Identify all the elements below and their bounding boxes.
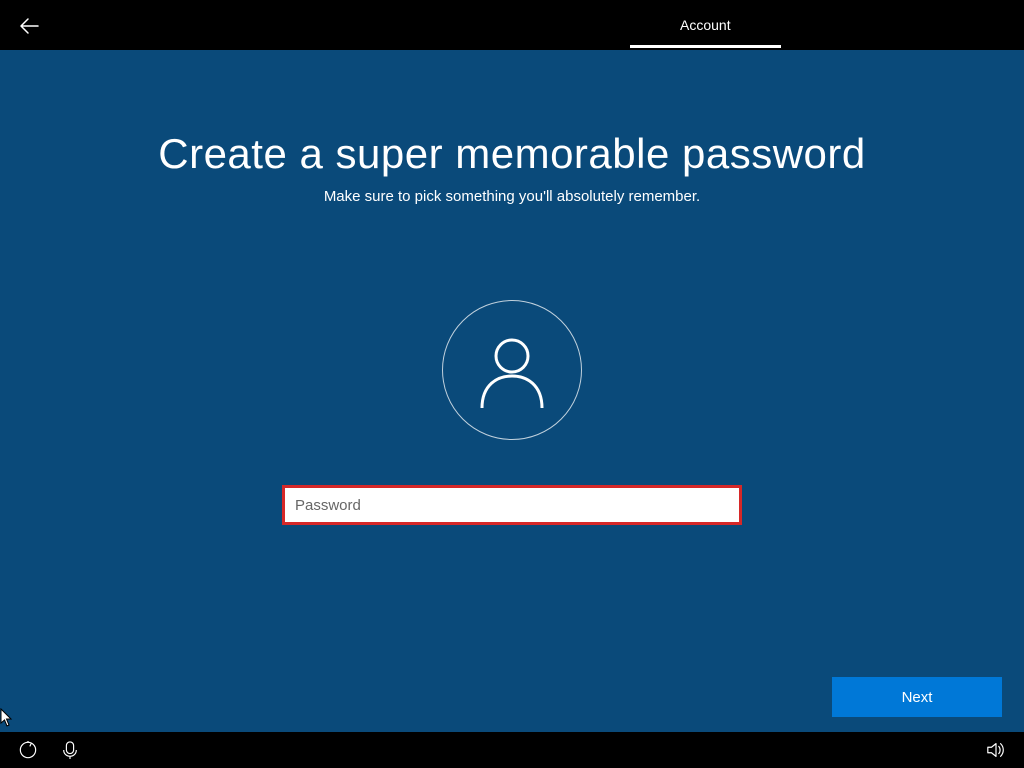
main-content: Create a super memorable password Make s… — [0, 50, 1024, 732]
bottom-bar — [0, 732, 1024, 768]
ease-of-access-button[interactable] — [18, 740, 38, 760]
volume-button[interactable] — [986, 740, 1006, 760]
page-title: Create a super memorable password — [0, 130, 1024, 178]
tab-account[interactable]: Account — [630, 0, 781, 50]
password-field-highlight — [282, 485, 742, 525]
next-button[interactable]: Next — [832, 677, 1002, 717]
ease-of-access-icon — [19, 741, 37, 759]
avatar-placeholder — [442, 300, 582, 440]
input-method-icon — [61, 741, 79, 759]
bottom-bar-left — [18, 740, 80, 760]
back-button[interactable] — [18, 14, 42, 38]
top-bar: Account — [0, 0, 1024, 50]
tab-account-label: Account — [680, 17, 731, 33]
input-method-button[interactable] — [60, 740, 80, 760]
volume-icon — [986, 740, 1006, 760]
user-icon — [472, 330, 552, 410]
back-arrow-icon — [18, 14, 42, 38]
page-subtitle: Make sure to pick something you'll absol… — [0, 188, 1024, 205]
password-input[interactable] — [285, 488, 739, 522]
tab-strip: Account — [630, 0, 781, 50]
